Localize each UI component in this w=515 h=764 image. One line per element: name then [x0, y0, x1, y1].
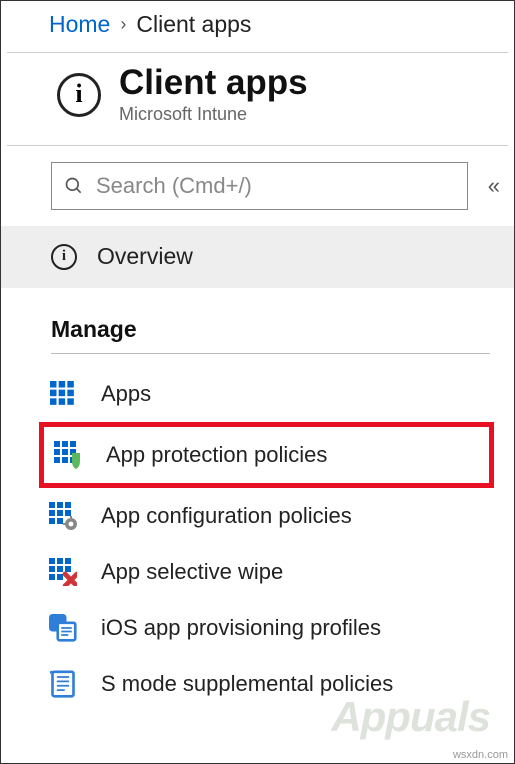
- grid-gear-icon: [47, 500, 79, 532]
- breadcrumb-home-link[interactable]: Home: [49, 11, 110, 38]
- search-icon: [64, 176, 84, 196]
- section-heading: Manage: [51, 316, 490, 354]
- highlight-box: App protection policies: [39, 422, 494, 488]
- nav-item-smode-supplemental-policies[interactable]: S mode supplemental policies: [45, 656, 494, 712]
- chevron-right-icon: ›: [120, 14, 126, 35]
- info-icon: i: [57, 73, 101, 117]
- nav-item-label: App configuration policies: [101, 503, 352, 529]
- profile-doc-icon: [47, 612, 79, 644]
- nav-item-app-selective-wipe[interactable]: App selective wipe: [45, 544, 494, 600]
- grid-shield-icon: [52, 439, 84, 471]
- nav-item-app-protection-policies[interactable]: App protection policies: [50, 427, 489, 483]
- nav-overview[interactable]: i Overview: [1, 226, 514, 288]
- nav-item-label: iOS app provisioning profiles: [101, 615, 381, 641]
- scroll-icon: [47, 668, 79, 700]
- nav-item-label: App selective wipe: [101, 559, 283, 585]
- search-placeholder: Search (Cmd+/): [96, 173, 252, 199]
- page-subtitle: Microsoft Intune: [119, 104, 308, 125]
- page-header: i Client apps Microsoft Intune: [1, 53, 514, 135]
- search-input[interactable]: Search (Cmd+/): [51, 162, 468, 210]
- nav-item-ios-provisioning-profiles[interactable]: iOS app provisioning profiles: [45, 600, 494, 656]
- collapse-button[interactable]: «: [488, 173, 494, 199]
- breadcrumb: Home › Client apps: [1, 1, 514, 52]
- grid-icon: [47, 378, 79, 410]
- nav-item-label: App protection policies: [106, 442, 327, 468]
- nav-item-label: S mode supplemental policies: [101, 671, 393, 697]
- info-icon: i: [51, 244, 77, 270]
- search-row: Search (Cmd+/) «: [1, 146, 514, 226]
- grid-xred-icon: [47, 556, 79, 588]
- breadcrumb-current: Client apps: [136, 11, 251, 38]
- section-manage: Manage Apps App protection policies: [1, 288, 514, 712]
- source-text: wsxdn.com: [453, 749, 508, 761]
- nav-item-apps[interactable]: Apps: [45, 366, 494, 422]
- nav-item-app-configuration-policies[interactable]: App configuration policies: [45, 488, 494, 544]
- page-title: Client apps: [119, 65, 308, 102]
- nav-item-label: Apps: [101, 381, 151, 407]
- overview-label: Overview: [97, 243, 193, 270]
